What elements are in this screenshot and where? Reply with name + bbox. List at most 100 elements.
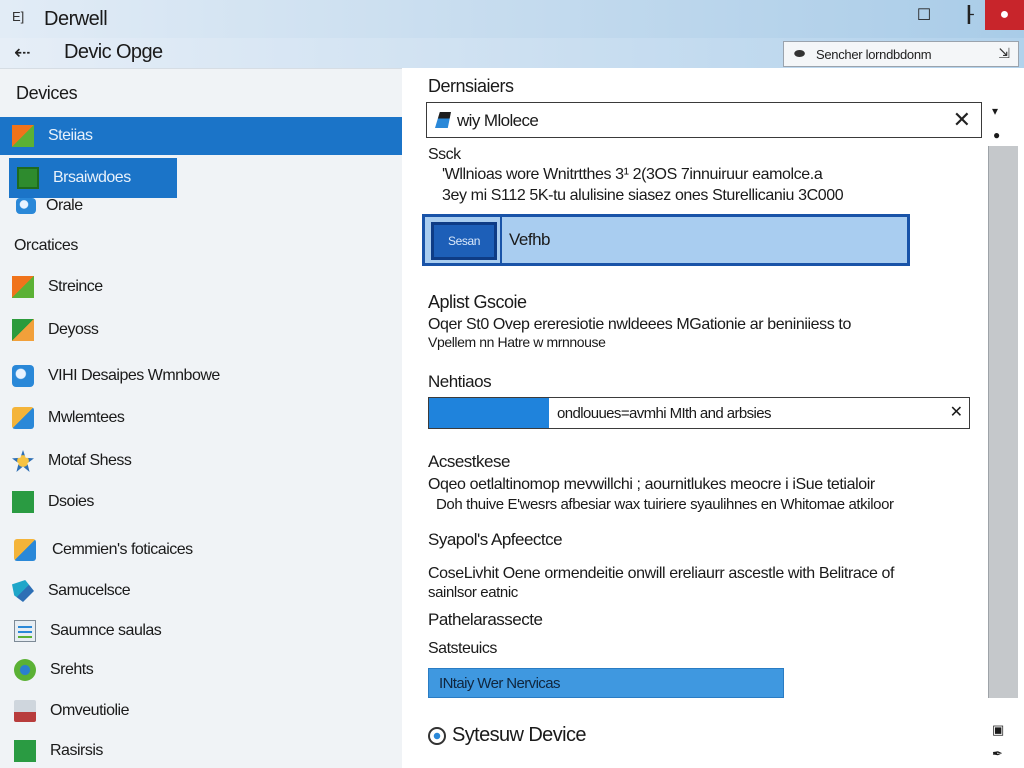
page-title: Devic Opge xyxy=(64,41,163,63)
device-name-value: wiy Mlolece xyxy=(457,111,539,130)
assist-line: Doh thuive E'wesrs afbesiar wax tuiriere… xyxy=(436,496,894,513)
scroll-down-icon[interactable]: ▾ xyxy=(992,104,998,118)
sidebar-item-label: VIHI Desaipes Wmnbowe xyxy=(48,367,220,384)
chevron-icon[interactable]: ✕ xyxy=(950,402,963,422)
app-title: Derwell xyxy=(44,8,108,30)
divider xyxy=(500,214,502,266)
sidebar-item-label: Orale xyxy=(46,197,83,214)
expand-icon[interactable]: ⇲ xyxy=(998,45,1010,62)
teal-icon xyxy=(12,580,34,602)
sidebar-item[interactable]: Rasirsis xyxy=(14,740,103,762)
sidebar-item[interactable]: Cemmien's foticaices xyxy=(14,539,193,561)
network-select-value: ondlouues=avmhi MIth and arbsies xyxy=(557,405,771,422)
gear-icon xyxy=(14,659,36,681)
sidebar-item-label: Srehts xyxy=(50,661,94,678)
sidebar-item[interactable]: Motaf Shess xyxy=(12,450,132,472)
description-line: 3ey mi S112 5K-tu alulisine siasez ones … xyxy=(442,187,844,204)
title-bar: E] Derwell ☐ ┠ ● xyxy=(0,0,1024,38)
sidebar-item-label: Cemmien's foticaices xyxy=(52,541,193,558)
sidebar-item-label: Dsoies xyxy=(48,493,94,510)
windows-icon xyxy=(12,276,34,298)
sidebar-item[interactable]: Streince xyxy=(12,276,103,298)
apist-heading: Aplist Gscoie xyxy=(428,292,527,312)
sysport-heading: Syapol's Apfeectce xyxy=(428,530,563,549)
maximize-icon: ┠ xyxy=(964,7,974,24)
search-input-value: Sencher lorndbdonm xyxy=(816,47,932,62)
main-panel: Dernsiaiers wiy Mlolece ✕ Ssck 'Wllnioas… xyxy=(402,68,988,768)
sidebar-item[interactable]: Saumnce saulas xyxy=(14,620,162,642)
system-device-label: Sytesuw Device xyxy=(452,724,586,746)
apist-line: Vpellem nn Hatre w mrnnouse xyxy=(428,334,606,350)
maximize-button[interactable]: ┠ xyxy=(950,0,988,30)
sidebar-item-label: Saumnce saulas xyxy=(50,622,162,639)
sidebar-item[interactable]: Mwlemtees xyxy=(12,407,125,429)
minimize-icon: ☐ xyxy=(916,7,932,24)
apist-line: Oqer St0 Ovep ereresiotie nwldeees MGati… xyxy=(428,316,851,333)
windows-icon xyxy=(12,125,34,147)
sidebar-item-highlighted[interactable]: Brsaiwdoes xyxy=(9,158,177,198)
minimize-button[interactable]: ☐ xyxy=(905,0,943,30)
globe-icon xyxy=(428,726,446,745)
sidebar-item-selected[interactable]: Steiias xyxy=(0,117,402,155)
network-select[interactable]: ondlouues=avmhi MIth and arbsies ✕ xyxy=(428,397,970,429)
search-input[interactable]: ⬬ Sencher lorndbdonm ⇲ xyxy=(783,41,1019,67)
sidebar-item-label: Steiias xyxy=(48,127,93,144)
scrollbar[interactable]: ▾ ● ▣ ✒ xyxy=(988,68,1024,768)
green-square-icon xyxy=(14,740,36,762)
pathe-heading: Pathelarassecte xyxy=(428,610,543,629)
assist-heading: Acsestkese xyxy=(428,452,510,471)
seek-heading: Ssck xyxy=(428,146,461,163)
verify-label: Vefhb xyxy=(509,230,551,249)
sidebar-heading-devices: Devices xyxy=(16,83,78,103)
network-heading: Nehtiaos xyxy=(428,372,492,391)
view-devices-label: INtaiy Wer Nervicas xyxy=(439,675,560,692)
device-name-field[interactable]: wiy Mlolece ✕ xyxy=(426,102,982,138)
app-icon: E] xyxy=(12,9,25,24)
star-icon xyxy=(12,450,34,472)
sidebar-heading-orcatices: Orcatices xyxy=(14,237,78,254)
sidebar-item[interactable]: Dsoies xyxy=(12,491,94,513)
pen-icon[interactable]: ✒ xyxy=(992,746,1003,762)
sidebar-item[interactable]: Omveutiolie xyxy=(14,700,129,722)
clear-icon[interactable]: ✕ xyxy=(953,107,971,133)
close-icon: ● xyxy=(999,6,1010,23)
sidebar-item[interactable]: Orale xyxy=(16,197,83,215)
sidebar-item-label: Streince xyxy=(48,278,103,295)
verify-row[interactable]: Sesan Vefhb xyxy=(422,214,910,266)
sidebar-item[interactable]: Samucelsce xyxy=(12,580,131,602)
pen-icon xyxy=(435,112,451,128)
window-icon xyxy=(16,198,36,214)
blue-windows-icon xyxy=(14,539,36,561)
sidebar-item[interactable]: Srehts xyxy=(14,659,94,681)
back-arrow-icon[interactable]: ⇠ xyxy=(14,40,31,65)
system-device-link[interactable]: Sytesuw Device xyxy=(428,724,586,747)
device-icon xyxy=(12,365,34,387)
sidebar-item[interactable]: Deyoss xyxy=(12,319,99,341)
select-accent xyxy=(429,398,549,428)
description-line: 'Wllnioas wore Wnitrtthes 3¹ 2(3OS 7innu… xyxy=(442,166,823,183)
section-title: Dernsiaiers xyxy=(428,76,514,96)
navigation-bar: ⇠ Devic Opge ⬬ Sencher lorndbdonm ⇲ xyxy=(0,38,1024,68)
scroll-dot-icon: ● xyxy=(993,128,1001,142)
document-icon xyxy=(14,620,36,642)
assist-line: Oqeo oetlaltinomop mevwillchi ; aournitl… xyxy=(428,476,875,493)
sidebar: Devices Steiias Brsaiwdoes Orale Orcatic… xyxy=(0,68,402,768)
sidebar-item-label: Motaf Shess xyxy=(48,452,132,469)
tray-icon xyxy=(14,700,36,722)
screen-icon[interactable]: ▣ xyxy=(992,722,1004,738)
scroll-track[interactable] xyxy=(988,146,1018,698)
green-square-icon xyxy=(17,167,39,189)
green-square-icon xyxy=(12,491,34,513)
orange-windows-icon xyxy=(12,407,34,429)
sidebar-item-label: Deyoss xyxy=(48,321,99,338)
sidebar-item-label: Brsaiwdoes xyxy=(53,169,131,186)
sidebar-item[interactable]: VIHI Desaipes Wmnbowe xyxy=(12,365,220,387)
sidebar-item-label: Samucelsce xyxy=(48,582,131,599)
sidebar-item-label: Rasirsis xyxy=(50,742,103,759)
view-devices-button[interactable]: INtaiy Wer Nervicas xyxy=(428,668,784,698)
verify-button[interactable]: Sesan xyxy=(431,222,497,260)
sidebar-item-label: Mwlemtees xyxy=(48,409,125,426)
close-button[interactable]: ● xyxy=(985,0,1024,30)
sysport-line: CoseLivhit Oene ormendeitie onwill ereli… xyxy=(428,565,895,582)
sidebar-item-label: Omveutiolie xyxy=(50,702,129,719)
